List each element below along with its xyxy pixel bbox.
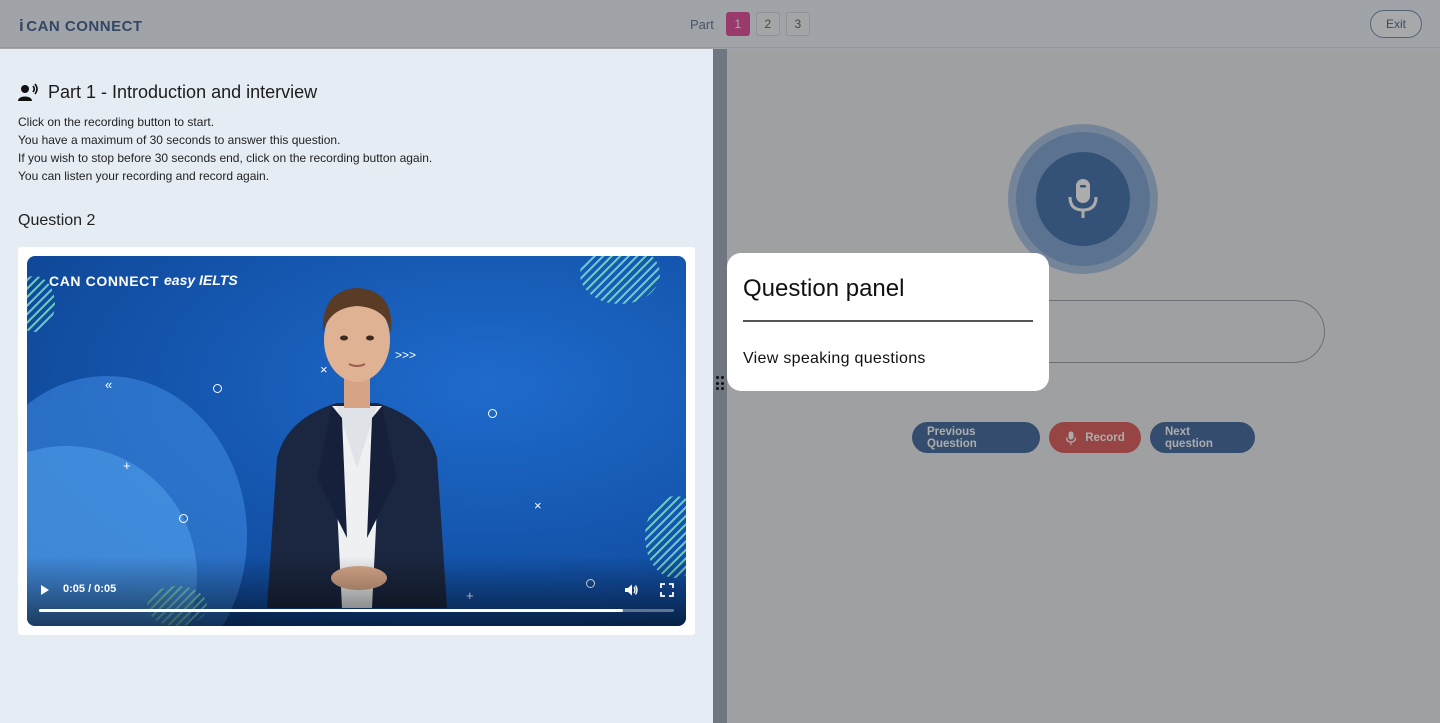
drag-handle-icon[interactable] bbox=[716, 376, 725, 392]
video-controls: 0:05 / 0:05 bbox=[27, 556, 686, 626]
instructions: Click on the recording button to start. … bbox=[18, 113, 432, 185]
question-title: Question 2 bbox=[18, 212, 96, 229]
question-video[interactable]: CAN CONNECT easy IELTS « >>> × + × + bbox=[27, 256, 686, 626]
speaking-person-icon bbox=[18, 83, 38, 101]
page-title: Part 1 - Introduction and interview bbox=[48, 82, 318, 102]
video-time: 0:05 / 0:05 bbox=[63, 583, 117, 595]
instruction-line: Click on the recording button to start. bbox=[18, 115, 215, 129]
part-heading: Part 1 - Introduction and interview bbox=[18, 82, 317, 103]
question-panel-popup: Question panel View speaking questions bbox=[727, 253, 1049, 391]
play-icon[interactable] bbox=[41, 585, 49, 595]
popup-title: Question panel bbox=[743, 275, 905, 302]
video-progress-fill bbox=[39, 609, 624, 612]
instruction-line: You have a maximum of 30 seconds to answ… bbox=[18, 133, 341, 147]
view-speaking-questions-link[interactable]: View speaking questions bbox=[743, 350, 926, 368]
instruction-line: If you wish to stop before 30 seconds en… bbox=[18, 151, 433, 165]
video-card: CAN CONNECT easy IELTS « >>> × + × + bbox=[18, 247, 695, 635]
fullscreen-icon[interactable] bbox=[660, 583, 674, 597]
volume-icon[interactable] bbox=[624, 583, 638, 597]
instruction-line: You can listen your recording and record… bbox=[18, 169, 270, 183]
video-brand-logo-2: easy IELTS bbox=[164, 272, 238, 288]
popup-divider bbox=[743, 320, 1033, 322]
header-overlay bbox=[0, 0, 1440, 49]
question-pane: Part 1 - Introduction and interview Clic… bbox=[0, 49, 713, 723]
video-progress-bar[interactable] bbox=[39, 609, 674, 612]
video-brand-logo: CAN CONNECT bbox=[49, 273, 160, 289]
